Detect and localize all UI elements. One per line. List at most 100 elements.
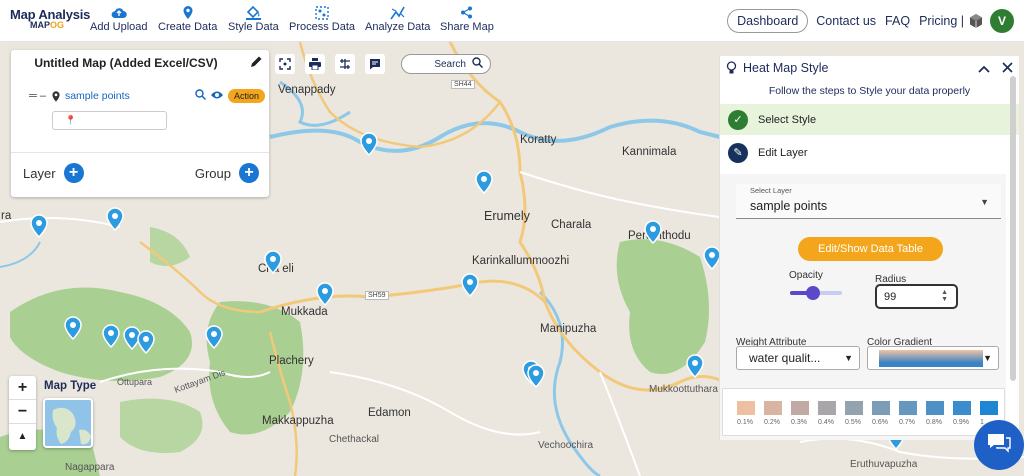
road-label: SH44 (451, 80, 475, 89)
nav-create-data[interactable]: Create Data (158, 4, 217, 33)
place-label: Edamon (368, 407, 411, 419)
place-label: Erumely (484, 209, 530, 223)
add-layer-button[interactable]: + (63, 163, 84, 183)
map-marker-icon[interactable] (30, 214, 48, 238)
map-marker-icon[interactable] (106, 207, 124, 231)
map-pin-icon (52, 90, 60, 102)
bulb-icon (726, 60, 737, 75)
pencil-icon[interactable] (250, 55, 263, 71)
zoom-in-button[interactable]: + (9, 376, 36, 400)
action-button[interactable]: Action (227, 89, 265, 103)
fullscreen-icon[interactable] (275, 54, 295, 74)
map-marker-icon[interactable] (264, 250, 282, 274)
map-marker-icon[interactable] (527, 364, 545, 388)
heat-map-style-panel: Heat Map Style Follow the steps to Style… (719, 56, 1019, 440)
legend-swatch (953, 401, 971, 415)
add-group-button[interactable]: + (239, 163, 259, 183)
place-label: Makkappuzha (262, 415, 334, 427)
map-pin-icon: 📍 (65, 115, 77, 125)
chat-button[interactable] (974, 420, 1024, 470)
edit-data-table-button[interactable]: Edit/Show Data Table (798, 237, 943, 261)
eye-icon[interactable] (210, 90, 224, 103)
map-marker-icon[interactable] (64, 316, 82, 340)
brand-logo[interactable]: Map Analysis MAPOG (10, 8, 90, 30)
pricing-link[interactable]: Pricing | (919, 14, 964, 28)
cube-icon[interactable] (968, 13, 984, 29)
step-edit-layer[interactable]: ✎ Edit Layer (720, 137, 1019, 168)
drag-handle-icon[interactable]: ═ – (29, 90, 46, 102)
layer-filter-input[interactable]: 📍 (52, 111, 167, 130)
layer-name[interactable]: sample points (65, 90, 130, 102)
opacity-slider[interactable] (790, 286, 842, 300)
map-search-button[interactable]: Search (401, 54, 491, 74)
add-layer[interactable]: Layer + (23, 163, 84, 183)
map-marker-icon[interactable] (316, 282, 334, 306)
slider-handle[interactable] (806, 286, 821, 300)
legend-swatch (872, 401, 890, 415)
check-icon: ✓ (728, 109, 748, 130)
nav-process-data[interactable]: Process Data (289, 4, 355, 33)
map-type-thumbnail[interactable] (43, 398, 93, 448)
faq-link[interactable]: FAQ (885, 14, 910, 28)
map-marker-icon[interactable] (686, 354, 704, 378)
nav-style-data[interactable]: Style Data (228, 4, 279, 33)
place-label: Vechoochira (538, 440, 594, 451)
paint-bucket-icon (245, 4, 261, 21)
dashboard-button[interactable]: Dashboard (727, 9, 809, 33)
print-icon[interactable] (305, 54, 325, 74)
map-title[interactable]: Untitled Map (Added Excel/CSV) (11, 56, 241, 70)
radius-input[interactable]: 99 ▲ ▼ (875, 284, 958, 309)
map-marker-icon[interactable] (461, 273, 479, 297)
map-toolbar: Search (275, 52, 491, 76)
edit-layer-body: Select Layer sample points ▼ Edit/Show D… (720, 174, 1006, 440)
zoom-control: + − ▲ (9, 376, 36, 450)
nav-analyze-data[interactable]: Analyze Data (365, 4, 430, 33)
map-marker-icon[interactable] (644, 220, 662, 244)
map-pin-icon (183, 4, 193, 21)
compass-icon[interactable]: ▲ (9, 424, 36, 448)
place-label: Plachery (269, 355, 314, 367)
color-gradient-dropdown[interactable]: ▼ (867, 346, 999, 370)
legend-label: 0.4% (818, 419, 834, 426)
map-marker-icon[interactable] (205, 325, 223, 349)
legend-label: 0.8% (926, 419, 942, 426)
step-select-style[interactable]: ✓ Select Style (720, 104, 1019, 135)
process-icon (315, 4, 329, 21)
contact-link[interactable]: Contact us (816, 14, 876, 28)
dropdown-arrow-icon: ▼ (844, 353, 853, 363)
layer-panel: Untitled Map (Added Excel/CSV) ═ – sampl… (11, 50, 269, 197)
zoom-to-layer-icon[interactable] (195, 89, 207, 103)
legend-label: 0.6% (872, 419, 888, 426)
place-label: Nagappara (65, 462, 115, 473)
gradient-legend: 0.1% 0.2% 0.3% 0.4% 0.5% 0.6% 0.7% 0.8% 0.9% 1 (722, 388, 1005, 436)
layer-row[interactable]: ═ – sample points Action (29, 89, 265, 103)
close-icon[interactable] (1002, 60, 1013, 76)
map-marker-icon[interactable] (475, 170, 493, 194)
measure-icon[interactable] (335, 54, 355, 74)
legend-swatch (926, 401, 944, 415)
place-label: Karinkallummoozhi (472, 255, 570, 267)
nav-add-upload[interactable]: Add Upload (90, 4, 148, 33)
scrollbar[interactable] (1010, 76, 1016, 381)
place-label: Chethackal (329, 434, 380, 445)
collapse-icon[interactable] (978, 60, 990, 76)
place-label: Mukkoottuthara (649, 384, 718, 395)
map-marker-icon[interactable] (360, 132, 378, 156)
map-type-control: Map Type (43, 380, 96, 448)
legend-label: 0.3% (791, 419, 807, 426)
place-label: ra (1, 210, 12, 222)
add-group[interactable]: Group + (195, 163, 259, 183)
weight-attribute-dropdown[interactable]: water qualit... ▼ (736, 346, 860, 370)
avatar[interactable]: V (990, 9, 1014, 33)
stepper-icon[interactable]: ▲ ▼ (941, 289, 948, 303)
comment-icon[interactable] (365, 54, 385, 74)
legend-swatch (764, 401, 782, 415)
analyze-icon (390, 4, 405, 21)
select-layer-dropdown[interactable]: Select Layer sample points ▼ (736, 184, 1001, 219)
map-marker-icon[interactable] (102, 324, 120, 348)
zoom-out-button[interactable]: − (9, 400, 36, 424)
map-marker-icon[interactable] (137, 330, 155, 354)
legend-swatch (845, 401, 863, 415)
dropdown-arrow-icon: ▼ (980, 197, 989, 207)
nav-share-map[interactable]: Share Map (440, 4, 494, 33)
